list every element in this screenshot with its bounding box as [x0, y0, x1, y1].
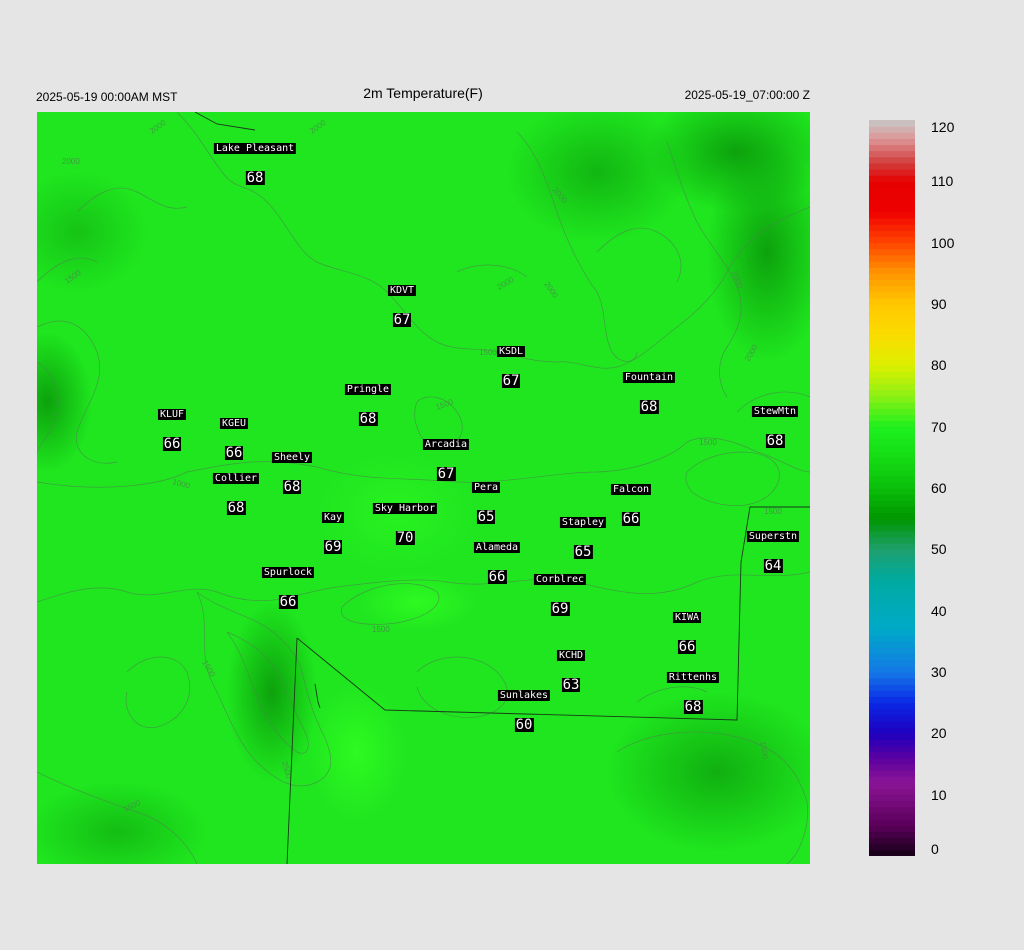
colorbar-tick-label: 10: [931, 786, 947, 803]
station-marker: Falcon 66: [610, 484, 652, 527]
station-marker: Pera 65: [471, 482, 501, 525]
station-marker: Alameda 66: [473, 542, 521, 585]
colorbar-tick-label: 90: [931, 296, 947, 312]
station-temperature: 67: [392, 312, 412, 328]
station-marker: KGEU 66: [219, 418, 249, 461]
station-temperature: 66: [487, 569, 507, 585]
station-name: KGEU: [219, 418, 249, 429]
station-marker: Pringle 68: [344, 384, 392, 427]
station-temperature: 70: [395, 530, 415, 546]
colorbar-tick-label: 80: [931, 357, 947, 374]
station-temperature: 68: [358, 411, 378, 427]
station-name: Sheely: [271, 452, 313, 463]
colorbar-tick-label: 50: [931, 541, 947, 558]
station-name: Superstn: [746, 531, 800, 542]
colorbar-tick-label: 0: [931, 841, 939, 857]
station-name: Kay: [321, 512, 345, 523]
svg-text:1500: 1500: [699, 438, 717, 447]
svg-text:1500: 1500: [372, 625, 390, 634]
station-name: KSDL: [496, 346, 526, 357]
station-name: KIWA: [672, 612, 702, 623]
station-temperature: 66: [224, 445, 244, 461]
station-name: Sunlakes: [497, 690, 551, 701]
station-name: KDVT: [387, 285, 417, 296]
colorbar: [869, 120, 915, 856]
colorbar-tick-label: 60: [931, 480, 947, 496]
station-marker: Corblrec 69: [533, 574, 587, 617]
station-name: Fountain: [622, 372, 676, 383]
station-temperature: 68: [245, 170, 265, 186]
terrain-contours: 2000 2000 2000 2000 2000 2000 2000 2000 …: [37, 112, 810, 864]
station-name: Arcadia: [422, 439, 470, 450]
station-marker: Superstn 64: [746, 531, 800, 574]
station-marker: KLUF 66: [157, 409, 187, 452]
station-name: Pringle: [344, 384, 392, 395]
station-name: Alameda: [473, 542, 521, 553]
svg-text:1500: 1500: [764, 507, 782, 516]
station-name: KCHD: [556, 650, 586, 661]
colorbar-tick-label: 100: [931, 234, 955, 251]
station-name: Rittenhs: [666, 672, 720, 683]
station-temperature: 67: [436, 466, 456, 482]
station-marker: Fountain 68: [622, 372, 676, 415]
station-marker: StewMtn 68: [751, 406, 799, 449]
station-temperature: 69: [550, 601, 570, 617]
station-marker: Sheely 68: [271, 452, 313, 495]
station-name: Stapley: [559, 517, 607, 528]
svg-text:1500: 1500: [479, 348, 497, 357]
station-marker: Lake Pleasant 68: [213, 143, 297, 186]
colorbar-tick-label: 110: [931, 173, 954, 190]
station-temperature: 66: [677, 639, 697, 655]
station-name: Pera: [471, 482, 501, 493]
station-temperature: 68: [765, 433, 785, 449]
station-temperature: 66: [162, 436, 182, 452]
station-name: Corblrec: [533, 574, 587, 585]
station-name: StewMtn: [751, 406, 799, 417]
station-marker: Sunlakes 60: [497, 690, 551, 733]
colorbar-tick-label: 20: [931, 725, 947, 742]
station-marker: Rittenhs 68: [666, 672, 720, 715]
station-temperature: 68: [282, 479, 302, 495]
station-name: Falcon: [610, 484, 652, 495]
station-temperature: 65: [476, 509, 496, 525]
station-marker: KCHD 63: [556, 650, 586, 693]
station-temperature: 68: [226, 500, 246, 516]
station-marker: Stapley 65: [559, 517, 607, 560]
station-marker: Spurlock 66: [261, 567, 315, 610]
station-temperature: 66: [621, 511, 641, 527]
station-temperature: 60: [514, 717, 534, 733]
station-temperature: 64: [763, 558, 783, 574]
station-marker: KSDL 67: [496, 346, 526, 389]
svg-text:2000: 2000: [62, 157, 80, 166]
temperature-map: 2000 2000 2000 2000 2000 2000 2000 2000 …: [37, 112, 810, 864]
colorbar-tick-label: 30: [931, 664, 947, 680]
station-marker: KIWA 66: [672, 612, 702, 655]
station-temperature: 68: [683, 699, 703, 715]
station-temperature: 65: [573, 544, 593, 560]
station-temperature: 67: [501, 373, 521, 389]
station-temperature: 69: [323, 539, 343, 555]
station-temperature: 63: [561, 677, 581, 693]
station-name: Sky Harbor: [372, 503, 438, 514]
station-marker: KDVT 67: [387, 285, 417, 328]
station-marker: Kay 69: [321, 512, 345, 555]
colorbar-tick-label: 120: [931, 119, 955, 135]
station-name: Lake Pleasant: [213, 143, 297, 154]
station-name: Spurlock: [261, 567, 315, 578]
station-marker: Arcadia 67: [422, 439, 470, 482]
station-temperature: 68: [639, 399, 659, 415]
station-marker: Collier 68: [212, 473, 260, 516]
colorbar-tick-label: 70: [931, 418, 947, 435]
station-marker: Sky Harbor 70: [372, 503, 438, 546]
colorbar-tick-label: 40: [931, 602, 947, 619]
utc-time-label: 2025-05-19_07:00:00 Z: [684, 88, 810, 102]
station-temperature: 66: [278, 594, 298, 610]
station-name: Collier: [212, 473, 260, 484]
station-name: KLUF: [157, 409, 187, 420]
